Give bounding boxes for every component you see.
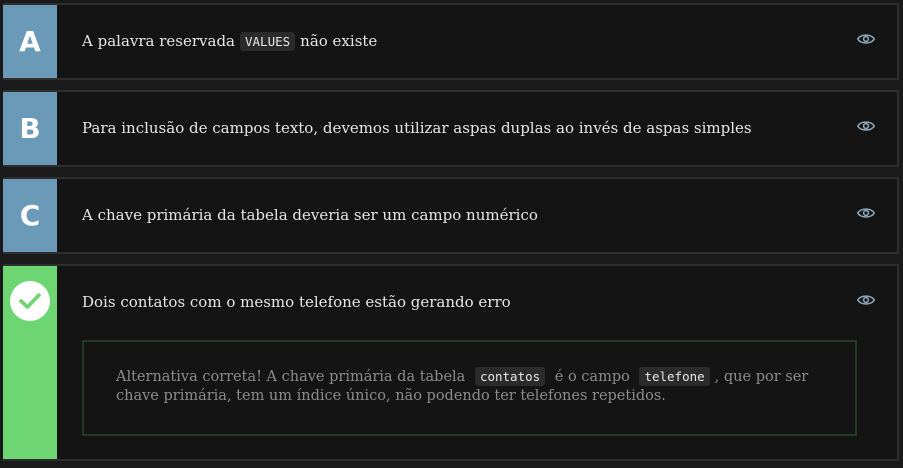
alternative-letter-c: C (3, 179, 57, 252)
alternative-text: A chave primária da tabela deveria ser u… (82, 206, 538, 224)
inline-code-values: VALUES (240, 31, 296, 51)
alternative-text: Para inclusão de campos texto, devemos u… (82, 119, 752, 137)
alternative-text: A palavra reservada VALUES não existe (82, 5, 377, 77)
eye-icon[interactable] (857, 119, 875, 133)
alternative-body: A palavra reservada VALUES não existe (57, 5, 897, 78)
alternative-b[interactable]: B Para inclusão de campos texto, devemos… (3, 90, 899, 167)
alternative-body: Dois contatos com o mesmo telefone estão… (57, 266, 897, 459)
alternative-body: Para inclusão de campos texto, devemos u… (57, 92, 897, 165)
alternative-d-correct[interactable]: Dois contatos com o mesmo telefone estão… (3, 264, 899, 461)
eye-icon[interactable] (857, 293, 875, 307)
alternatives-list: A A palavra reservada VALUES não existe … (0, 0, 903, 468)
explanation-box: Alternativa correta! A chave primária da… (82, 340, 857, 436)
alternative-a[interactable]: A A palavra reservada VALUES não existe (3, 3, 899, 80)
alternative-text: Dois contatos com o mesmo telefone estão… (82, 293, 511, 311)
alternative-c[interactable]: C A chave primária da tabela deveria ser… (3, 177, 899, 254)
correct-indicator (3, 266, 57, 459)
explanation-part2: é o campo (554, 369, 630, 385)
alternative-body: A chave primária da tabela deveria ser u… (57, 179, 897, 252)
alternative-text-after: não existe (300, 32, 378, 50)
check-circle (10, 281, 50, 321)
eye-icon[interactable] (857, 206, 875, 220)
inline-code-telefone: telefone (639, 367, 710, 386)
eye-icon[interactable] (857, 32, 875, 46)
explanation-part1: Alternativa correta! A chave primária da… (116, 369, 466, 385)
check-icon (19, 293, 41, 309)
inline-code-contatos: contatos (474, 367, 546, 386)
alternative-text-before: A palavra reservada (82, 32, 235, 50)
alternative-letter-b: B (3, 92, 57, 165)
alternative-letter-a: A (3, 5, 57, 78)
